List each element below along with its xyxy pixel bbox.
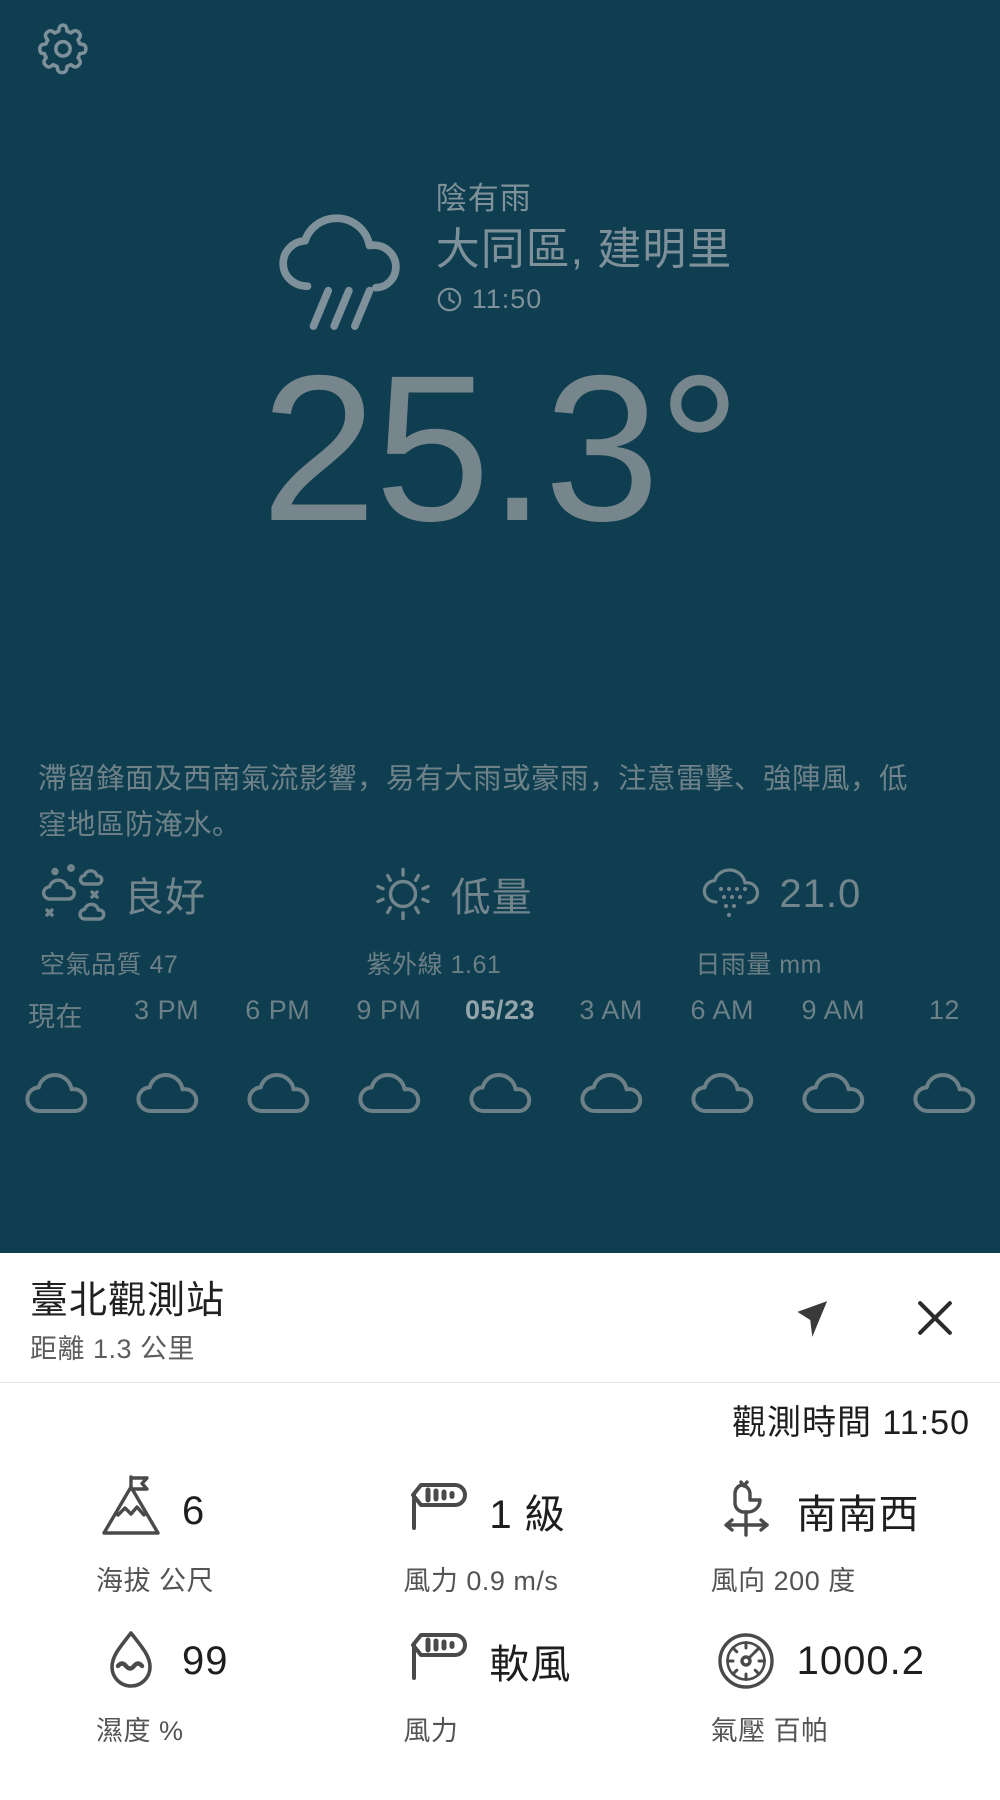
location-label: 大同區, 建明里 (435, 224, 733, 274)
station-metric-altitude: 6 海拔 公尺 (0, 1465, 385, 1615)
navigation-arrow-icon (790, 1291, 844, 1345)
metric-rainfall[interactable]: 21.0 日雨量 mm (671, 855, 1000, 981)
timeline-label[interactable]: 9 PM (333, 995, 444, 1055)
humidity-drop-icon (96, 1623, 166, 1699)
hourly-timeline-icons (0, 1055, 1000, 1117)
weather-vane-icon (711, 1473, 781, 1549)
current-conditions: 陰有雨 大同區, 建明里 11:50 (0, 176, 1000, 332)
condition-label: 陰有雨 (435, 181, 532, 216)
settings-button[interactable] (30, 12, 96, 78)
cloud-icon (556, 1055, 667, 1117)
wind-speed-label: 風力 0.9 m/s (403, 1566, 559, 1596)
wind-direction-label: 風向 200 度 (710, 1566, 856, 1596)
air-quality-value: 良好 (124, 876, 206, 920)
windsock-icon (403, 1623, 473, 1699)
cloud-icon (444, 1055, 555, 1117)
sheet-header: 臺北觀測站 距離 1.3 公里 (0, 1253, 1000, 1383)
wind-description-value: 軟風 (489, 1643, 572, 1687)
navigate-button[interactable] (790, 1291, 844, 1345)
current-time: 11:50 (471, 283, 543, 314)
windsock-icon (403, 1473, 473, 1549)
wind-scale-value: 1 級 (489, 1493, 566, 1537)
altitude-label: 海拔 公尺 (96, 1566, 215, 1596)
air-quality-icon (40, 861, 112, 927)
timeline-label[interactable]: 3 PM (111, 995, 222, 1055)
timeline-label[interactable]: 9 AM (778, 995, 889, 1055)
cloud-icon (333, 1055, 444, 1117)
station-metrics-row: 99 濕度 % 軟風 風力 1000.2 氣壓 百帕 (0, 1615, 1000, 1765)
station-metric-wind-scale: 1 級 風力 0.9 m/s (385, 1465, 692, 1615)
cloud-icon (222, 1055, 333, 1117)
weather-alert-text: 滯留鋒面及西南氣流影響，易有大雨或豪雨，注意雷擊、強陣風，低窪地區防淹水。 (38, 763, 909, 842)
summary-metrics-row: 良好 空氣品質 47 低量 紫外線 1.61 21.0 日雨量 mm (0, 855, 1000, 981)
mountain-flag-icon (96, 1473, 166, 1549)
wind-direction-value: 南南西 (796, 1493, 920, 1537)
altitude-value: 6 (182, 1488, 206, 1533)
pressure-gauge-icon (711, 1623, 781, 1699)
air-quality-sub: 空氣品質 47 (40, 951, 179, 979)
station-detail-sheet: 臺北觀測站 距離 1.3 公里 觀測時間 11:50 6 海拔 公尺 1 級 風… (0, 1253, 1000, 1800)
humidity-value: 99 (182, 1638, 229, 1683)
rainfall-value: 21.0 (779, 871, 862, 916)
station-metrics-grid: 6 海拔 公尺 1 級 風力 0.9 m/s 南南西 風向 200 度 99 濕… (0, 1465, 1000, 1765)
station-name: 臺北觀測站 (30, 1280, 226, 1322)
clock-icon (436, 286, 463, 313)
station-metric-wind-description: 軟風 風力 (385, 1615, 692, 1765)
pressure-label: 氣壓 百帕 (710, 1716, 829, 1746)
wind-description-label: 風力 (403, 1716, 459, 1746)
cloud-icon (0, 1055, 111, 1117)
uv-index-value: 低量 (450, 876, 533, 920)
sun-icon (367, 861, 439, 927)
timeline-label[interactable]: 6 AM (667, 995, 778, 1055)
cloud-icon (889, 1055, 1000, 1117)
weather-app: 陰有雨 大同區, 建明里 11:50 25.3° 滯留鋒面及西南氣流影響，易有大… (0, 0, 1000, 1800)
rainfall-sub: 日雨量 mm (695, 951, 822, 979)
uv-index-sub: 紫外線 1.61 (366, 951, 502, 979)
timeline-label-date[interactable]: 05/23 (444, 995, 555, 1055)
station-metric-pressure: 1000.2 氣壓 百帕 (693, 1615, 1000, 1765)
station-metric-wind-direction: 南南西 風向 200 度 (693, 1465, 1000, 1615)
pressure-value: 1000.2 (796, 1638, 925, 1683)
observation-time: 觀測時間 11:50 (731, 1404, 970, 1442)
metric-uv-index[interactable]: 低量 紫外線 1.61 (345, 855, 672, 981)
cloud-icon (667, 1055, 778, 1117)
hourly-timeline[interactable]: 現在 3 PM 6 PM 9 PM 05/23 3 AM 6 AM 9 AM 1… (0, 995, 1000, 1055)
station-distance: 距離 1.3 公里 (30, 1334, 196, 1364)
timeline-label[interactable]: 6 PM (222, 995, 333, 1055)
observation-time-row: 11:50 (436, 284, 732, 315)
timeline-label[interactable]: 3 AM (556, 995, 667, 1055)
weather-hero-pane: 陰有雨 大同區, 建明里 11:50 25.3° 滯留鋒面及西南氣流影響，易有大… (0, 0, 1000, 1253)
metric-air-quality[interactable]: 良好 空氣品質 47 (0, 855, 345, 981)
close-icon (908, 1291, 962, 1345)
cloud-icon (778, 1055, 889, 1117)
temperature-value: 25.3° (260, 333, 741, 565)
timeline-label[interactable]: 12 (889, 995, 1000, 1055)
timeline-label[interactable]: 現在 (0, 995, 111, 1055)
cloud-icon (111, 1055, 222, 1117)
cloud-rain-icon (268, 202, 418, 332)
gear-icon (30, 12, 96, 78)
rain-cloud-icon (695, 861, 767, 927)
station-metrics-row: 6 海拔 公尺 1 級 風力 0.9 m/s 南南西 風向 200 度 (0, 1465, 1000, 1615)
station-metric-humidity: 99 濕度 % (0, 1615, 385, 1765)
close-button[interactable] (908, 1291, 962, 1345)
humidity-label: 濕度 % (96, 1716, 184, 1746)
